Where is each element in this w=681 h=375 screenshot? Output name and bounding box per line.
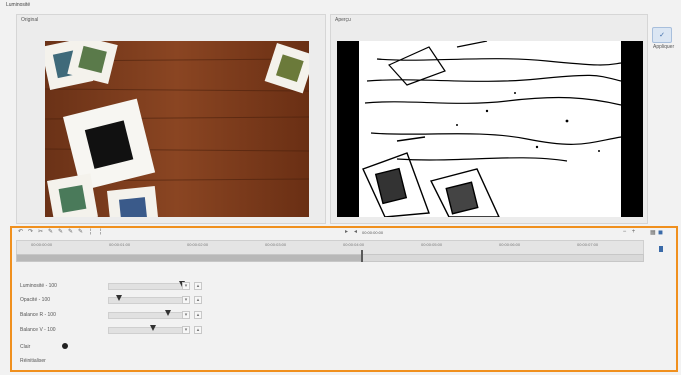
param-label: Opacité - 100 bbox=[20, 297, 51, 303]
original-panel-label: Original bbox=[21, 17, 39, 23]
pencil-icon[interactable]: ✎ bbox=[78, 229, 83, 235]
zoom-out-icon[interactable]: − bbox=[622, 229, 627, 235]
param-spin-down[interactable]: ▾ bbox=[182, 326, 190, 334]
timeline-side-tools: ▦ ◼ bbox=[650, 230, 663, 236]
preview-panel: Aperçu bbox=[330, 14, 648, 224]
ruler-label: 00:00:01:00 bbox=[109, 242, 131, 247]
timeline-track[interactable] bbox=[16, 254, 644, 262]
ruler-label: 00:00:07:00 bbox=[577, 242, 599, 247]
zoom-in-icon[interactable]: + bbox=[631, 229, 636, 235]
keyframe-marker[interactable] bbox=[659, 246, 663, 252]
param-spin-down[interactable]: ▾ bbox=[182, 296, 190, 304]
playhead[interactable] bbox=[361, 250, 363, 262]
param-slider[interactable] bbox=[108, 325, 190, 334]
redo-icon[interactable]: ↷ bbox=[28, 229, 33, 235]
pencil-icon[interactable]: ✎ bbox=[48, 229, 53, 235]
split-icon[interactable]: ¦ bbox=[98, 229, 103, 235]
ruler-label: 00:00:02:00 bbox=[187, 242, 209, 247]
param-row: Balance R - 100 ▾ ▴ bbox=[20, 310, 220, 321]
param-spin-up[interactable]: ▴ bbox=[194, 296, 202, 304]
pencil-icon[interactable]: ✎ bbox=[58, 229, 63, 235]
param-row: Opacité - 100 ▾ ▴ bbox=[20, 295, 220, 306]
original-panel: Original bbox=[16, 14, 326, 224]
param-label: Balance V - 100 bbox=[20, 327, 56, 333]
param-label: Balance R - 100 bbox=[20, 312, 56, 318]
param-row: Balance V - 100 ▾ ▴ bbox=[20, 325, 220, 336]
pencil-icon[interactable]: ✎ bbox=[68, 229, 73, 235]
ruler-label: 00:00:00:00 bbox=[31, 242, 53, 247]
preview-image bbox=[337, 41, 643, 217]
zoom-controls: − + bbox=[622, 229, 636, 235]
color-swatch[interactable] bbox=[62, 343, 68, 349]
timeline-toolbar: ↶ ↷ ✂ ✎ ✎ ✎ ✎ ¦ ¦ bbox=[18, 229, 118, 237]
slider-knob[interactable] bbox=[164, 310, 171, 316]
original-image bbox=[45, 41, 309, 217]
slider-knob[interactable] bbox=[116, 295, 123, 301]
timecode: 00:00:00:00 bbox=[362, 230, 384, 235]
split-icon[interactable]: ¦ bbox=[88, 229, 93, 235]
play-icon[interactable]: ▸ bbox=[344, 229, 349, 235]
timeline-track-fill bbox=[17, 255, 362, 261]
param-spin-down[interactable]: ▾ bbox=[182, 311, 190, 319]
apply-button-label: Appliquer bbox=[653, 44, 675, 50]
param-label: Luminosité - 100 bbox=[20, 283, 57, 289]
param-spin-up[interactable]: ▴ bbox=[194, 311, 202, 319]
cut-icon[interactable]: ✂ bbox=[38, 229, 43, 235]
param-slider[interactable] bbox=[108, 295, 190, 304]
window-title: Luminosité bbox=[6, 2, 31, 8]
stop-icon[interactable]: ◂ bbox=[353, 229, 358, 235]
apply-button[interactable]: ✓ bbox=[652, 27, 672, 43]
slider-knob[interactable] bbox=[149, 325, 156, 331]
param-row: Luminosité - 100 ▾ ▴ bbox=[20, 281, 220, 292]
color-row: Clair bbox=[20, 343, 100, 353]
reset-checkbox-label[interactable]: Réinitialiser bbox=[20, 358, 46, 364]
ruler-label: 00:00:06:00 bbox=[499, 242, 521, 247]
param-slider[interactable] bbox=[108, 281, 190, 290]
undo-icon[interactable]: ↶ bbox=[18, 229, 23, 235]
param-spin-up[interactable]: ▴ bbox=[194, 326, 202, 334]
apply-icon: ✓ bbox=[659, 32, 665, 39]
ruler-label: 00:00:05:00 bbox=[421, 242, 443, 247]
playback-controls: ▸ ◂ 00:00:00:00 bbox=[344, 229, 384, 235]
preview-panel-label: Aperçu bbox=[335, 17, 351, 23]
ruler-label: 00:00:04:00 bbox=[343, 242, 365, 247]
param-slider[interactable] bbox=[108, 310, 190, 319]
param-spin-up[interactable]: ▴ bbox=[194, 282, 202, 290]
ruler-label: 00:00:03:00 bbox=[265, 242, 287, 247]
grid-icon[interactable]: ▦ bbox=[650, 230, 656, 236]
param-spin-down[interactable]: ▾ bbox=[182, 282, 190, 290]
color-label: Clair bbox=[20, 344, 31, 350]
magnet-icon[interactable]: ◼ bbox=[658, 230, 663, 236]
